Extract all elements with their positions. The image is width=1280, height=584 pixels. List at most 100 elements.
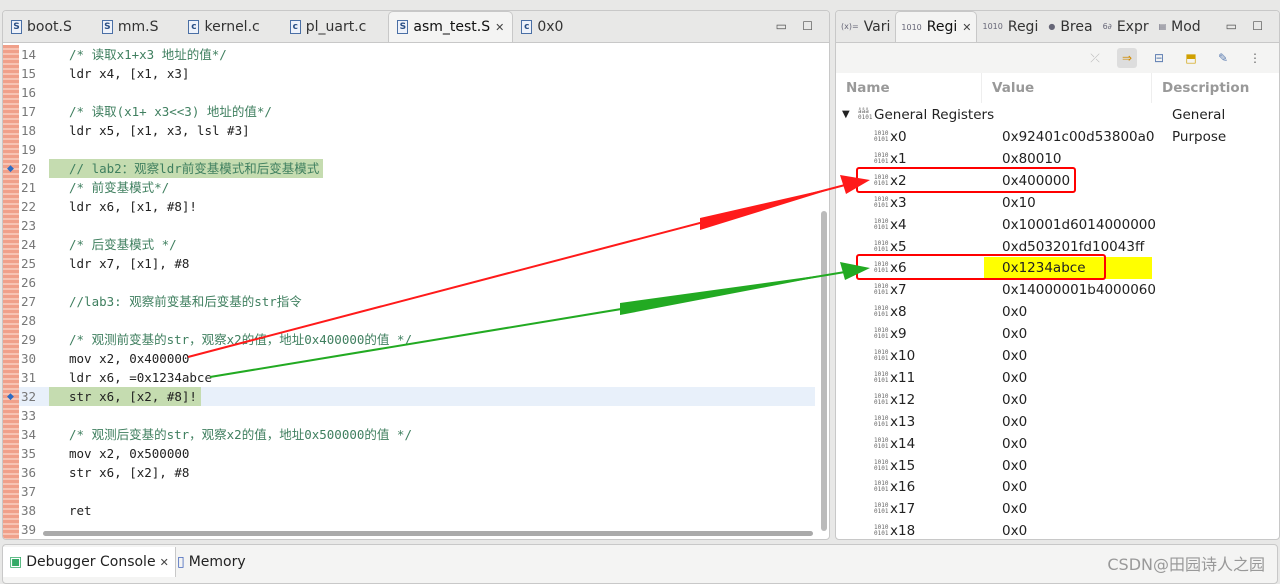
register-icon: 1010 0101 [874, 370, 889, 384]
close-icon[interactable]: ✕ [962, 21, 971, 34]
register-row-x14[interactable]: 1010 0101 x14 0x0 [836, 433, 1279, 455]
code-line[interactable]: 14 /* 读取x1+x3 地址的值*/ [19, 45, 815, 64]
tab-mod-5[interactable]: ▤ Mod [1154, 11, 1206, 42]
code-line[interactable]: 28 [19, 311, 815, 330]
edit-register-group-icon[interactable]: ✎ [1213, 48, 1233, 68]
code-line[interactable]: 29 /* 观测前变基的str，观察x2的值，地址0x400000的值 */ [19, 330, 815, 349]
code-line[interactable]: 19 [19, 140, 815, 159]
line-number: 37 [21, 484, 37, 499]
register-value[interactable]: 0x92401c00d53800a0 [1002, 126, 1155, 148]
code-line[interactable]: 27 //lab3: 观察前变基和后变基的str指令 [19, 292, 815, 311]
bottom-panel: ▣ Debugger Console ✕ ▯ Memory CSDN@田园诗人之园 [2, 544, 1278, 584]
register-value[interactable]: 0x10001d6014000000 [1002, 214, 1156, 236]
register-value[interactable]: 0x0 [1002, 433, 1027, 455]
register-value[interactable]: 0x0 [1002, 476, 1027, 498]
register-row-x3[interactable]: 1010 0101 x3 0x10 [836, 192, 1279, 214]
code-line[interactable]: 33 [19, 406, 815, 425]
code-line[interactable]: 39 [19, 520, 815, 539]
register-value[interactable]: 0x10 [1002, 192, 1036, 214]
column-name[interactable]: Name [836, 73, 982, 103]
collapse-all-icon[interactable]: ⊟ [1149, 48, 1169, 68]
register-value[interactable]: 0x0 [1002, 455, 1027, 477]
register-value[interactable]: 0x0 [1002, 498, 1027, 520]
register-row-x13[interactable]: 1010 0101 x13 0x0 [836, 411, 1279, 433]
column-value[interactable]: Value [982, 73, 1152, 103]
line-number: 22 [21, 199, 37, 214]
tab-brea-3[interactable]: ● Brea [1043, 11, 1097, 42]
maximize-button[interactable]: ☐ [802, 19, 813, 33]
disabled-action-icon[interactable]: ⤫ [1085, 48, 1105, 68]
column-description[interactable]: Description [1152, 73, 1279, 103]
tab-memory[interactable]: ▯ Memory [171, 547, 252, 577]
code-line[interactable]: 20 // lab2：观察ldr前变基模式和后变基模式 [19, 159, 815, 178]
register-value[interactable]: 0x0 [1002, 520, 1027, 539]
register-row-x17[interactable]: 1010 0101 x17 0x0 [836, 498, 1279, 520]
register-value[interactable]: 0x0 [1002, 389, 1027, 411]
register-value[interactable]: 0x0 [1002, 345, 1027, 367]
expand-arrow-icon[interactable]: ▼ [842, 104, 850, 126]
code-line[interactable]: 15 ldr x4, [x1, x3] [19, 64, 815, 83]
register-value[interactable]: 0x0 [1002, 367, 1027, 389]
code-line[interactable]: 35 mov x2, 0x500000 [19, 444, 815, 463]
tab-asm-test-s[interactable]: Sasm_test.S ✕ [388, 11, 514, 42]
register-group-row[interactable]: ▼ ååå 0101 General Registers General Purpose [836, 104, 1279, 145]
register-value[interactable]: 0x0 [1002, 301, 1027, 323]
view-icon: ▤ [1158, 22, 1167, 31]
code-line[interactable]: 30 mov x2, 0x400000 [19, 349, 815, 368]
register-row-x9[interactable]: 1010 0101 x9 0x0 [836, 323, 1279, 345]
register-value[interactable]: 0x14000001b4000060 [1002, 279, 1156, 301]
code-line[interactable]: 31 ldr x6, =0x1234abce [19, 368, 815, 387]
tab-debugger-console[interactable]: ▣ Debugger Console ✕ [3, 547, 176, 577]
sync-registers-icon[interactable]: ⇒ [1117, 48, 1137, 68]
code-text: str x6, [x2], #8 [69, 465, 190, 480]
add-register-group-icon[interactable]: ⬒ [1181, 48, 1201, 68]
code-line[interactable]: 26 [19, 273, 815, 292]
register-row-x8[interactable]: 1010 0101 x8 0x0 [836, 301, 1279, 323]
code-line[interactable]: 38 ret [19, 501, 815, 520]
minimize-button[interactable]: ▭ [1226, 19, 1237, 33]
code-line[interactable]: 17 /* 读取(x1+ x3<<3) 地址的值*/ [19, 102, 815, 121]
tab-boot-s[interactable]: Sboot.S [3, 11, 80, 42]
vertical-scrollbar[interactable] [821, 211, 827, 531]
code-line[interactable]: 18 ldr x5, [x1, x3, lsl #3] [19, 121, 815, 140]
register-row-x11[interactable]: 1010 0101 x11 0x0 [836, 367, 1279, 389]
close-icon[interactable]: ✕ [495, 21, 504, 34]
tab-mm-s[interactable]: Smm.S [94, 11, 167, 42]
code-editor[interactable]: 14 /* 读取x1+x3 地址的值*/ 15 ldr x4, [x1, x3] 16 1… [3, 45, 815, 539]
register-row-x16[interactable]: 1010 0101 x16 0x0 [836, 476, 1279, 498]
code-line[interactable]: 32 str x6, [x2, #8]! [19, 387, 815, 406]
close-icon[interactable]: ✕ [160, 556, 169, 569]
tab-pl-uart-c[interactable]: c pl_uart.c [282, 11, 375, 42]
code-line[interactable]: 24 /* 后变基模式 */ [19, 235, 815, 254]
register-row-x7[interactable]: 1010 0101 x7 0x14000001b4000060 [836, 279, 1279, 301]
register-icon: 1010 0101 [874, 524, 889, 538]
code-line[interactable]: 37 [19, 482, 815, 501]
code-line[interactable]: 23 [19, 216, 815, 235]
tab-expr-4[interactable]: 6∂ Expr [1098, 11, 1154, 42]
horizontal-scrollbar[interactable] [43, 531, 813, 536]
register-row-x12[interactable]: 1010 0101 x12 0x0 [836, 389, 1279, 411]
tab-kernel-c[interactable]: c kernel.c [180, 11, 267, 42]
code-text: // lab2：观察ldr前变基模式和后变基模式 [49, 159, 324, 178]
register-row-x18[interactable]: 1010 0101 x18 0x0 [836, 520, 1279, 539]
code-line[interactable]: 36 str x6, [x2], #8 [19, 463, 815, 482]
view-menu-icon[interactable]: ⋮ [1245, 48, 1265, 68]
code-line[interactable]: 16 [19, 83, 815, 102]
register-row-x0[interactable]: 1010 0101 x0 0x92401c00d53800a0 [836, 126, 1279, 148]
code-line[interactable]: 21 /* 前变基模式*/ [19, 178, 815, 197]
tab-0x0[interactable]: c 0x0 [513, 11, 571, 42]
code-line[interactable]: 22 ldr x6, [x1, #8]! [19, 197, 815, 216]
register-row-x10[interactable]: 1010 0101 x10 0x0 [836, 345, 1279, 367]
maximize-button[interactable]: ☐ [1252, 19, 1263, 33]
register-row-x4[interactable]: 1010 0101 x4 0x10001d6014000000 [836, 214, 1279, 236]
code-line[interactable]: 25 ldr x7, [x1], #8 [19, 254, 815, 273]
code-line[interactable]: 34 /* 观测后变基的str，观察x2的值，地址0x500000的值 */ [19, 425, 815, 444]
tab-regi-1[interactable]: 1010 Regi ✕ [895, 11, 978, 42]
tab-regi-2[interactable]: 1010 Regi [977, 11, 1043, 42]
minimize-button[interactable]: ▭ [776, 19, 787, 33]
line-number: 32 [21, 389, 37, 404]
register-value[interactable]: 0x0 [1002, 411, 1027, 433]
tab-vari-0[interactable]: (x)= Vari [836, 11, 895, 42]
register-row-x15[interactable]: 1010 0101 x15 0x0 [836, 455, 1279, 477]
register-value[interactable]: 0x0 [1002, 323, 1027, 345]
